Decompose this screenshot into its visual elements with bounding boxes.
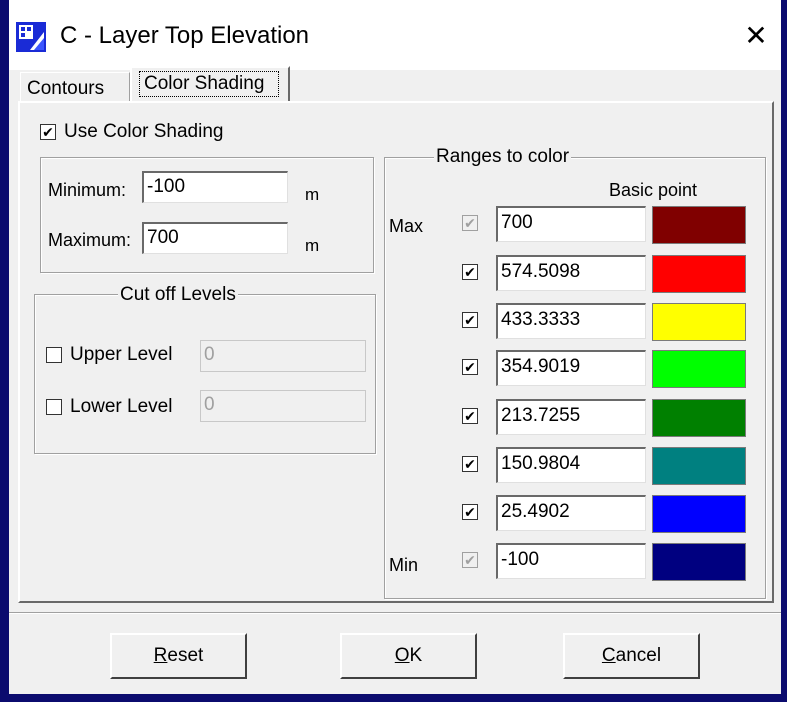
lower-level-checkbox[interactable] [46,399,62,415]
range-row-checkbox[interactable]: ✔ [462,264,478,280]
range-row-color-swatch[interactable] [652,350,746,388]
cutoff-levels-title: Cut off Levels [118,283,238,307]
reset-mnemonic: R [153,645,168,666]
ok-mnemonic: O [394,645,410,666]
range-row-color-swatch[interactable] [652,399,746,437]
tab-color-shading-label: Color Shading [139,71,279,97]
range-row-checkbox[interactable]: ✔ [462,215,478,231]
use-color-shading-checkbox[interactable]: ✔ [40,124,56,140]
maximum-label: Maximum: [48,230,132,250]
reset-button[interactable]: Reset [110,633,247,679]
range-row-value-input[interactable]: 574.5098 [496,255,646,291]
layer-app-icon [16,22,46,52]
minimum-label: Minimum: [48,180,127,200]
range-row-checkbox[interactable]: ✔ [462,504,478,520]
max-label: Max [389,216,424,236]
maximum-unit: m [305,236,320,255]
range-row-value-input[interactable]: 354.9019 [496,350,646,386]
minimum-input[interactable]: -100 [142,171,288,203]
range-row-value-input[interactable]: 433.3333 [496,303,646,339]
cancel-label-rest: ancel [615,645,662,666]
range-row-color-swatch[interactable] [652,255,746,293]
upper-level-label: Upper Level [70,344,173,365]
window-frame-right [781,0,787,702]
range-row-checkbox[interactable]: ✔ [462,408,478,424]
cutoff-levels-group [34,294,376,454]
basic-point-header: Basic point [609,180,698,200]
minimum-unit: m [305,185,320,204]
window-frame-left [0,0,9,702]
range-row-value-input[interactable]: 150.9804 [496,447,646,483]
lower-level-input[interactable]: 0 [200,390,366,422]
range-row-checkbox[interactable]: ✔ [462,552,478,568]
range-row-value-input[interactable]: 213.7255 [496,399,646,435]
ok-button[interactable]: OK [340,633,477,679]
range-row-color-swatch[interactable] [652,303,746,341]
tab-contours-label: Contours [27,78,105,99]
range-row-value-input[interactable]: -100 [496,543,646,579]
min-label: Min [389,555,419,575]
upper-level-checkbox[interactable] [46,347,62,363]
close-icon[interactable]: ✕ [736,18,776,54]
range-row-color-swatch[interactable] [652,447,746,485]
range-row-color-swatch[interactable] [652,543,746,581]
button-divider [9,612,781,614]
cancel-mnemonic: C [601,645,616,666]
range-row-checkbox[interactable]: ✔ [462,456,478,472]
range-row-color-swatch[interactable] [652,495,746,533]
window-title: C - Layer Top Elevation [60,22,310,49]
range-row-checkbox[interactable]: ✔ [462,312,478,328]
range-row-value-input[interactable]: 25.4902 [496,495,646,531]
ok-label-rest: K [409,645,423,666]
lower-level-label: Lower Level [70,396,173,417]
maximum-input[interactable]: 700 [142,222,288,254]
range-row-checkbox[interactable]: ✔ [462,359,478,375]
cancel-button[interactable]: Cancel [563,633,700,679]
tab-contours[interactable]: Contours [20,72,130,102]
upper-level-input[interactable]: 0 [200,340,366,372]
range-row-color-swatch[interactable] [652,206,746,244]
use-color-shading-label: Use Color Shading [64,121,224,142]
window-frame-bottom [0,694,787,702]
ranges-to-color-title: Ranges to color [434,145,572,169]
range-row-value-input[interactable]: 700 [496,206,646,242]
reset-label-rest: eset [167,645,204,666]
tab-color-shading[interactable]: Color Shading [130,66,290,102]
